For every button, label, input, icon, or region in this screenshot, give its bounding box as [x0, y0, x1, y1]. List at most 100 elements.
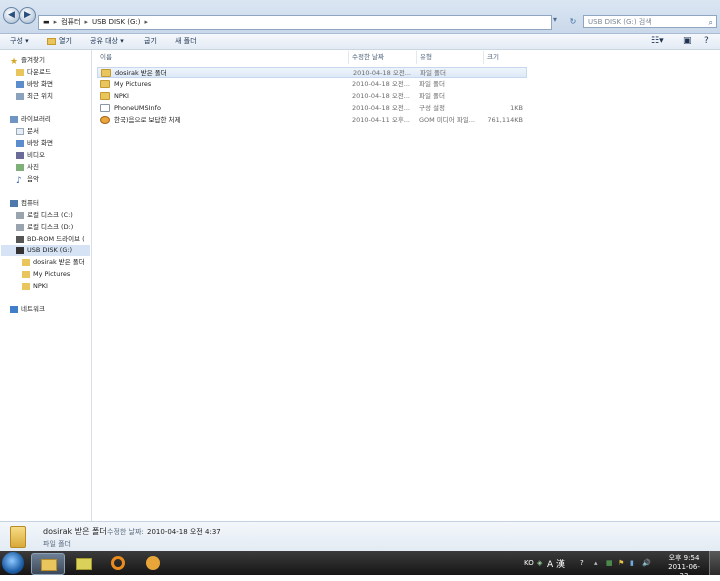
column-divider[interactable]	[416, 51, 417, 64]
nav-libraries[interactable]: 라이브러리	[10, 114, 51, 124]
folder-icon	[22, 258, 30, 266]
folder-icon	[47, 37, 56, 45]
address-input[interactable]: ▬ ▸ 컴퓨터 ▸ USB DISK (G:) ▸	[38, 15, 552, 30]
nav-bd-rom[interactable]: BD-ROM 드라이브 (	[16, 234, 85, 244]
file-date: 2010-04-18 오전...	[353, 69, 411, 77]
folder-icon	[100, 80, 110, 88]
hard-drive-icon	[16, 223, 24, 231]
column-header-name[interactable]: 이름	[100, 51, 112, 64]
start-button[interactable]	[2, 552, 24, 574]
file-row[interactable]: PhoneUMSInfo 2010-04-18 오전... 구성 설정 1KB	[97, 103, 527, 114]
details-modified-value: 2010-04-18 오전 4:37	[147, 528, 221, 536]
nav-network[interactable]: 네트워크	[10, 304, 45, 314]
chevron-up-icon[interactable]: ▴	[594, 559, 598, 567]
hard-drive-icon	[16, 211, 24, 219]
help-icon[interactable]: ?	[704, 34, 709, 49]
network-tray-icon[interactable]: ▦	[606, 559, 613, 567]
column-divider[interactable]	[483, 51, 484, 64]
back-button[interactable]: ◀	[3, 7, 20, 24]
file-date: 2010-04-18 오전...	[352, 104, 410, 112]
breadcrumb-computer[interactable]: 컴퓨터	[61, 18, 80, 26]
nav-downloads[interactable]: 다운로드	[16, 67, 51, 77]
nav-recent-places[interactable]: 최근 위치	[16, 91, 53, 101]
recent-places-icon	[16, 92, 24, 100]
share-button[interactable]: 공유 대상 ▾	[90, 34, 124, 49]
desktop-icon	[16, 80, 24, 88]
chevron-right-icon: ▸	[84, 18, 88, 26]
file-row[interactable]: My Pictures 2010-04-18 오전... 파일 폴더	[97, 79, 527, 90]
show-desktop-button[interactable]	[709, 551, 720, 575]
help-tray-icon[interactable]: ?	[580, 559, 584, 567]
file-row[interactable]: NPKI 2010-04-18 오전... 파일 폴더	[97, 91, 527, 102]
burn-button[interactable]: 굽기	[144, 34, 157, 49]
file-date: 2010-04-18 오전...	[352, 80, 410, 88]
nav-computer[interactable]: 컴퓨터	[10, 198, 39, 208]
file-row[interactable]: dosirak 받은 폴더 2010-04-18 오전... 파일 폴더	[97, 67, 527, 78]
folder-icon	[101, 69, 111, 77]
nav-favorites[interactable]: ★ 즐겨찾기	[10, 55, 45, 67]
new-folder-button[interactable]: 새 폴더	[175, 34, 197, 49]
config-file-icon	[100, 104, 110, 112]
nav-videos[interactable]: 비디오	[16, 150, 45, 160]
file-type: GOM 미디어 파일...	[419, 116, 475, 124]
volume-icon[interactable]: 🔊	[642, 559, 651, 567]
drive-icon: ▬	[43, 18, 50, 26]
search-input[interactable]: USB DISK (G:) 검색 ⌕	[583, 15, 717, 28]
breadcrumb-usb[interactable]: USB DISK (G:)	[92, 18, 141, 26]
file-date: 2010-04-18 오전...	[352, 92, 410, 100]
library-icon	[10, 115, 18, 123]
open-button[interactable]: 열기	[47, 34, 72, 49]
dropdown-icon[interactable]: ▾	[553, 15, 557, 24]
column-divider[interactable]	[348, 51, 349, 64]
nav-usb-mypictures[interactable]: My Pictures	[22, 269, 70, 279]
view-options-icon[interactable]: ☷▾	[651, 34, 664, 49]
preview-pane-icon[interactable]: ▣	[683, 34, 692, 49]
file-type: 파일 폴더	[419, 80, 445, 88]
music-icon: ♪	[16, 175, 22, 186]
nav-drive-c[interactable]: 로컬 디스크 (C:)	[16, 210, 73, 220]
ime-indicator[interactable]: A 漢	[547, 557, 565, 570]
file-size: 761,114KB	[487, 116, 523, 124]
desktop-icon	[16, 139, 24, 147]
taskbar-explorer-icon[interactable]	[31, 553, 65, 575]
nav-desktop[interactable]: 바탕 화면	[16, 79, 53, 89]
documents-icon	[16, 127, 24, 135]
taskbar: KO ◈ A 漢 ? ▴ ▦ ⚑ ▮ 🔊 오후 9:54 2011-06-23	[0, 551, 720, 580]
column-header-type[interactable]: 유형	[420, 51, 432, 64]
nav-lib-desktop[interactable]: 바탕 화면	[16, 138, 53, 148]
computer-icon	[10, 199, 18, 207]
refresh-icon[interactable]: ↻	[567, 15, 579, 28]
language-indicator[interactable]: KO	[524, 559, 534, 567]
file-size: 1KB	[510, 104, 523, 112]
nav-usb-dosirak[interactable]: dosirak 받은 폴더	[22, 257, 85, 267]
nav-usb-disk[interactable]: USB DISK (G:)	[1, 245, 90, 256]
nav-documents[interactable]: 문서	[16, 126, 39, 136]
taskbar-browser-icon[interactable]	[103, 553, 135, 573]
file-name: NPKI	[114, 92, 129, 100]
nav-music[interactable]: ♪ 음악	[16, 174, 39, 186]
nav-drive-d[interactable]: 로컬 디스크 (D:)	[16, 222, 73, 232]
download-folder-icon	[16, 68, 24, 76]
nav-pictures[interactable]: 사진	[16, 162, 39, 172]
details-modified-label: 수정한 날짜:	[107, 528, 144, 536]
taskbar-media-player-icon[interactable]	[138, 553, 170, 573]
network-icon	[10, 305, 18, 313]
notification-icon[interactable]: ⚑	[618, 559, 624, 567]
file-type: 파일 폴더	[420, 69, 446, 77]
folder-icon	[22, 270, 30, 278]
command-toolbar: 구성 ▾ 열기 공유 대상 ▾ 굽기 새 폴더 ☷▾ ▣ ?	[0, 34, 720, 50]
column-header-date[interactable]: 수정한 날짜	[352, 51, 384, 64]
shield-icon[interactable]: ◈	[537, 559, 542, 567]
column-header-size[interactable]: 크기	[487, 51, 499, 64]
clock[interactable]: 오후 9:54 2011-06-23	[665, 554, 703, 581]
file-row[interactable]: 한국)음으로 보답한 처제 2010-04-11 오후... GOM 미디어 파…	[97, 115, 527, 126]
organize-button[interactable]: 구성 ▾	[10, 34, 29, 49]
taskbar-folder-icon[interactable]	[67, 553, 99, 573]
connection-icon[interactable]: ▮	[630, 559, 634, 567]
nav-usb-npki[interactable]: NPKI	[22, 281, 48, 291]
star-icon: ★	[10, 56, 19, 67]
chevron-right-icon: ▸	[53, 18, 58, 26]
forward-button[interactable]: ▶	[19, 7, 36, 24]
pictures-icon	[16, 163, 24, 171]
folder-icon	[10, 526, 26, 548]
